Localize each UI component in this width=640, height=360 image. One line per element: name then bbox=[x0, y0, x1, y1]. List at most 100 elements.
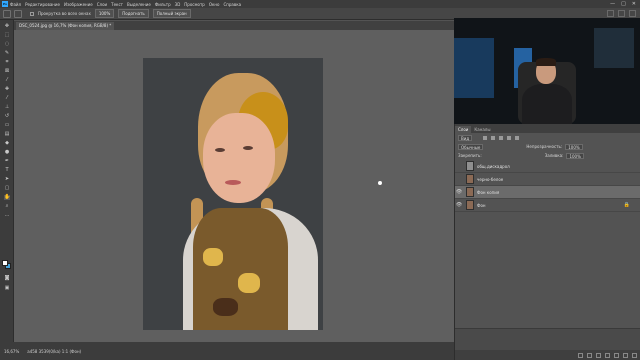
image-vest-pattern bbox=[203, 248, 223, 266]
zoom-tool-icon[interactable]: ⌕ bbox=[4, 204, 10, 209]
adjustment-layer-icon[interactable] bbox=[605, 352, 610, 358]
document-tab[interactable]: DSC_0524.jpg @ 16,7% (Фон копия, RGB/8) … bbox=[16, 22, 115, 30]
screen-mode-icon[interactable]: ▣ bbox=[4, 286, 10, 291]
trash-icon[interactable] bbox=[632, 352, 637, 358]
new-layer-icon[interactable] bbox=[623, 352, 628, 358]
shape-tool-icon[interactable]: ▢ bbox=[4, 186, 10, 191]
dodge-tool-icon[interactable]: ● bbox=[4, 150, 10, 155]
menu-file[interactable]: Файл bbox=[10, 2, 21, 7]
brush-tool-icon[interactable]: ⁄ bbox=[4, 96, 10, 101]
home-icon[interactable] bbox=[3, 9, 11, 18]
blur-tool-icon[interactable]: ◆ bbox=[4, 141, 10, 146]
menu-select[interactable]: Выделение bbox=[127, 2, 151, 7]
lock-icon: 🔒 bbox=[623, 202, 630, 208]
layer-row[interactable]: черно-белое bbox=[455, 173, 640, 186]
tab-channels[interactable]: Каналы bbox=[471, 126, 493, 133]
filter-pixel-icon[interactable] bbox=[483, 135, 488, 140]
filter-smart-object-icon[interactable] bbox=[515, 135, 520, 140]
layer-row[interactable]: 👁 Фон копия bbox=[455, 186, 640, 199]
menu-edit[interactable]: Редактирование bbox=[25, 2, 60, 7]
hand-tool-icon[interactable] bbox=[14, 9, 22, 18]
healing-brush-tool-icon[interactable]: ✚ bbox=[4, 87, 10, 92]
menu-layers[interactable]: Слои bbox=[97, 2, 107, 7]
opacity-label: Непрозрачность: bbox=[526, 144, 563, 149]
menu-window[interactable]: Окно bbox=[209, 2, 220, 7]
scroll-all-checkbox[interactable] bbox=[30, 11, 34, 16]
menu-type[interactable]: Текст bbox=[111, 2, 123, 7]
frame-tool-icon[interactable]: ⊠ bbox=[4, 69, 10, 74]
blend-mode-select[interactable]: Обычные bbox=[458, 143, 484, 150]
layer-filter-row: Вид bbox=[455, 133, 640, 142]
fill-label: Заливка: bbox=[544, 153, 564, 158]
layers-empty-area[interactable] bbox=[455, 230, 640, 326]
filter-adjustment-icon[interactable] bbox=[491, 135, 496, 140]
lock-label: Закрепить: bbox=[458, 153, 482, 158]
clone-stamp-tool-icon[interactable]: ⊥ bbox=[4, 105, 10, 110]
gradient-tool-icon[interactable]: ▤ bbox=[4, 132, 10, 137]
menu-3d[interactable]: 3D bbox=[175, 2, 181, 7]
layer-thumbnail bbox=[466, 187, 474, 197]
close-icon[interactable]: ✕ bbox=[632, 1, 636, 7]
quick-mask-icon[interactable]: ◙ bbox=[4, 276, 10, 281]
menu-image[interactable]: Изображение bbox=[64, 2, 93, 7]
photoshop-logo-icon: Ps bbox=[2, 1, 8, 7]
layer-name: общ.дискадрол bbox=[477, 163, 510, 169]
document-info: a458 3539(0/ka) 1:1 (Фон) bbox=[27, 348, 82, 354]
history-brush-tool-icon[interactable]: ↺ bbox=[4, 114, 10, 119]
eye-icon[interactable]: 👁 bbox=[455, 202, 463, 208]
layer-thumbnail bbox=[466, 174, 474, 184]
foreground-color-swatch[interactable] bbox=[2, 260, 8, 266]
filter-type-icon[interactable] bbox=[499, 135, 504, 140]
eye-icon[interactable]: 👁 bbox=[455, 189, 463, 195]
maximize-icon[interactable]: □ bbox=[621, 1, 626, 7]
fx-icon[interactable] bbox=[587, 352, 592, 358]
menu-help[interactable]: Справка bbox=[223, 2, 241, 7]
search-icon[interactable] bbox=[607, 10, 614, 17]
minimize-icon[interactable]: — bbox=[610, 1, 615, 7]
menu-filter[interactable]: Фильтр bbox=[155, 2, 171, 7]
blend-row: Обычные Непрозрачность: 100% bbox=[455, 142, 640, 151]
hand-tool-icon[interactable]: ✋ bbox=[4, 195, 10, 200]
zoom-level[interactable]: 16,67% bbox=[4, 349, 19, 354]
filter-kind-select[interactable]: Вид bbox=[458, 134, 473, 141]
eraser-tool-icon[interactable]: ▭ bbox=[4, 123, 10, 128]
status-bar: 16,67% a458 3539(0/ka) 1:1 (Фон) bbox=[0, 342, 454, 360]
layer-row[interactable]: общ.дискадрол bbox=[455, 160, 640, 173]
pen-tool-icon[interactable]: ✒ bbox=[4, 159, 10, 164]
fit-screen-button[interactable]: Подогнать bbox=[118, 9, 149, 18]
layer-name: Фон копия bbox=[477, 189, 500, 195]
image-mouth bbox=[225, 180, 241, 185]
fill-screen-button[interactable]: Полный экран bbox=[152, 9, 191, 18]
layers-footer bbox=[455, 350, 640, 360]
layer-row[interactable]: 👁 Фон 🔒 bbox=[455, 199, 640, 212]
layer-name: черно-белое bbox=[477, 176, 504, 182]
filter-shape-icon[interactable] bbox=[507, 135, 512, 140]
panel-tabs: Слои Каналы bbox=[455, 124, 640, 133]
zoom-100-button[interactable]: 100% bbox=[94, 9, 115, 18]
image-eye-left bbox=[215, 148, 225, 152]
document-tab-bar: DSC_0524.jpg @ 16,7% (Фон копия, RGB/8) … bbox=[14, 21, 454, 30]
tools-panel: ✥ ⬚ ◌ ✎ ⌗ ⊠ ⁄ ✚ ⁄ ⊥ ↺ ▭ ▤ ◆ ● ✒ T ➤ ▢ ✋ … bbox=[0, 20, 14, 350]
menu-bar: Ps Файл Редактирование Изображение Слои … bbox=[0, 0, 640, 8]
quick-select-tool-icon[interactable]: ✎ bbox=[4, 51, 10, 56]
add-mask-icon[interactable] bbox=[596, 352, 601, 358]
menu-view[interactable]: Просмотр bbox=[184, 2, 205, 7]
move-tool-icon[interactable]: ✥ bbox=[4, 24, 10, 29]
share-icon[interactable] bbox=[629, 10, 636, 17]
opacity-input[interactable]: 100% bbox=[565, 143, 583, 150]
more-tools-icon[interactable]: … bbox=[4, 213, 10, 218]
eyedropper-tool-icon[interactable]: ⁄ bbox=[4, 78, 10, 83]
marquee-tool-icon[interactable]: ⬚ bbox=[4, 33, 10, 38]
path-select-tool-icon[interactable]: ➤ bbox=[4, 177, 10, 182]
workspace-icon[interactable] bbox=[618, 10, 625, 17]
type-tool-icon[interactable]: T bbox=[4, 168, 10, 173]
webcam-person-hair bbox=[536, 58, 556, 66]
fill-input[interactable]: 100% bbox=[566, 152, 584, 159]
new-group-icon[interactable] bbox=[614, 352, 619, 358]
lasso-tool-icon[interactable]: ◌ bbox=[4, 42, 10, 47]
link-layers-icon[interactable] bbox=[578, 352, 583, 358]
background-shelf bbox=[594, 28, 634, 68]
crop-tool-icon[interactable]: ⌗ bbox=[4, 60, 10, 65]
layer-thumbnail bbox=[466, 200, 474, 210]
tab-layers[interactable]: Слои bbox=[455, 126, 472, 133]
